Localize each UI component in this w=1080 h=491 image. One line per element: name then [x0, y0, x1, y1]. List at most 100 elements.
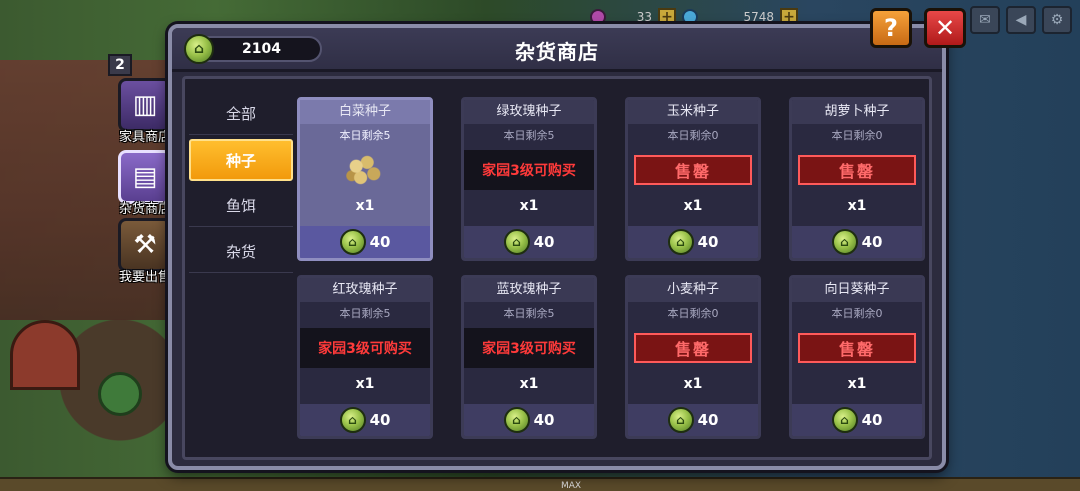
item-stock: 本日剩余0 — [667, 307, 719, 320]
coin-value: 5748 — [743, 10, 774, 24]
system-icons: ✉ ◀ ⚙ — [970, 6, 1072, 34]
item-price-button[interactable]: ⌂ 40 — [792, 226, 922, 258]
item-qty: x1 — [683, 376, 703, 392]
item-image-area: 家园3级可购买 — [464, 326, 594, 370]
gem-icon — [590, 9, 606, 25]
item-price-button[interactable]: ⌂ 40 — [792, 404, 922, 436]
item-card-corn-seed[interactable]: 玉米种子 本日剩余0 售罄 x1 ⌂ 40 — [625, 97, 761, 261]
seed-bag-icon — [343, 151, 387, 189]
item-stock: 本日剩余0 — [831, 129, 883, 142]
item-grid: 白菜种子 本日剩余5 x1 ⌂ 40 绿玫瑰种子 本日剩余5 家园3级可购买 x… — [297, 97, 927, 439]
category-all[interactable]: 全部 — [189, 93, 293, 135]
item-card-carrot-seed[interactable]: 胡萝卜种子 本日剩余0 售罄 x1 ⌂ 40 — [789, 97, 925, 261]
item-price-button[interactable]: ⌂ 40 — [628, 404, 758, 436]
background-ground — [0, 477, 1080, 491]
grocery-shop-dialog: ⌂ 2104 杂货商店 全部 种子 鱼饵 杂货 白菜种子 本日剩余5 x1 ⌂ … — [168, 24, 946, 470]
item-price-button[interactable]: ⌂ 40 — [300, 226, 430, 258]
gem-value: 33 — [636, 10, 652, 24]
item-qty: x1 — [847, 376, 867, 392]
home-coin-icon: ⌂ — [339, 407, 366, 433]
item-price: 40 — [697, 411, 719, 429]
item-card-blue-rose-seed[interactable]: 蓝玫瑰种子 本日剩余5 家园3级可购买 x1 ⌂ 40 — [461, 275, 597, 439]
sell-icon: ⚒ — [118, 218, 172, 272]
item-name: 玉米种子 — [628, 100, 758, 124]
dialog-header: ⌂ 2104 杂货商店 — [172, 28, 942, 72]
item-name: 绿玫瑰种子 — [464, 100, 594, 124]
shop-body: 全部 种子 鱼饵 杂货 白菜种子 本日剩余5 x1 ⌂ 40 绿玫瑰种子 本日剩… — [182, 76, 932, 460]
item-image-area: 售罄 — [792, 148, 922, 192]
dialog-title: 杂货商店 — [515, 40, 599, 64]
item-stock: 本日剩余5 — [339, 129, 391, 142]
category-list: 全部 种子 鱼饵 杂货 — [189, 93, 293, 277]
sold-out-badge: 售罄 — [634, 155, 752, 185]
item-price: 40 — [861, 411, 883, 429]
locked-notice: 家园3级可购买 — [464, 150, 594, 190]
item-qty: x1 — [355, 376, 375, 392]
help-button[interactable]: ? — [870, 8, 912, 48]
item-card-green-rose-seed[interactable]: 绿玫瑰种子 本日剩余5 家园3级可购买 x1 ⌂ 40 — [461, 97, 597, 261]
item-image-area: 售罄 — [628, 148, 758, 192]
item-stock: 本日剩余5 — [503, 129, 555, 142]
item-price-button[interactable]: ⌂ 40 — [464, 226, 594, 258]
home-coin-icon: ⌂ — [831, 229, 858, 255]
coin-icon — [682, 9, 698, 25]
sold-out-badge: 售罄 — [798, 155, 916, 185]
item-name: 小麦种子 — [628, 278, 758, 302]
home-coin-icon: ⌂ — [667, 407, 694, 433]
category-sundries[interactable]: 杂货 — [189, 231, 293, 273]
category-bait[interactable]: 鱼饵 — [189, 185, 293, 227]
item-card-red-rose-seed[interactable]: 红玫瑰种子 本日剩余5 家园3级可购买 x1 ⌂ 40 — [297, 275, 433, 439]
sold-out-badge: 售罄 — [634, 333, 752, 363]
item-price-button[interactable]: ⌂ 40 — [628, 226, 758, 258]
item-price: 40 — [861, 233, 883, 251]
item-qty: x1 — [519, 376, 539, 392]
item-price: 40 — [369, 411, 391, 429]
settings-gear-icon[interactable]: ⚙ — [1042, 6, 1072, 34]
locked-notice: 家园3级可购买 — [464, 328, 594, 368]
item-name: 红玫瑰种子 — [300, 278, 430, 302]
background-door — [10, 320, 80, 390]
item-qty: x1 — [847, 198, 867, 214]
max-label: MAX — [561, 481, 582, 491]
item-stock: 本日剩余5 — [339, 307, 391, 320]
item-image-area: 家园3级可购买 — [464, 148, 594, 192]
category-seeds[interactable]: 种子 — [189, 139, 293, 181]
home-coin-icon: ⌂ — [339, 229, 366, 255]
home-coin-icon: ⌂ — [667, 229, 694, 255]
item-price: 40 — [533, 233, 555, 251]
item-image-area: 家园3级可购买 — [300, 326, 430, 370]
item-qty: x1 — [683, 198, 703, 214]
item-price: 40 — [369, 233, 391, 251]
item-stock: 本日剩余5 — [503, 307, 555, 320]
home-coin-icon: ⌂ — [503, 229, 530, 255]
sold-out-badge: 售罄 — [798, 333, 916, 363]
furniture-shop-icon: ▥ — [118, 78, 172, 132]
item-name: 白菜种子 — [300, 100, 430, 124]
grocery-shop-icon: ▤ — [118, 150, 172, 204]
item-card-cabbage-seed[interactable]: 白菜种子 本日剩余5 x1 ⌂ 40 — [297, 97, 433, 261]
item-stock: 本日剩余0 — [667, 129, 719, 142]
item-name: 向日葵种子 — [792, 278, 922, 302]
mail-icon[interactable]: ✉ — [970, 6, 1000, 34]
home-coin-icon: ⌂ — [503, 407, 530, 433]
close-button[interactable]: ✕ — [924, 8, 966, 48]
item-qty: x1 — [355, 198, 375, 214]
item-stock: 本日剩余0 — [831, 307, 883, 320]
item-price-button[interactable]: ⌂ 40 — [300, 404, 430, 436]
item-price: 40 — [697, 233, 719, 251]
sound-icon[interactable]: ◀ — [1006, 6, 1036, 34]
item-name: 蓝玫瑰种子 — [464, 278, 594, 302]
item-price-button[interactable]: ⌂ 40 — [464, 404, 594, 436]
item-image-area: 售罄 — [628, 326, 758, 370]
home-coin-icon: ⌂ — [831, 407, 858, 433]
item-card-sunflower-seed[interactable]: 向日葵种子 本日剩余0 售罄 x1 ⌂ 40 — [789, 275, 925, 439]
item-qty: x1 — [519, 198, 539, 214]
item-image-area — [300, 148, 430, 192]
item-image-area: 售罄 — [792, 326, 922, 370]
background-tree — [98, 372, 142, 416]
house-level-badge: 2 — [108, 54, 132, 76]
item-price: 40 — [533, 411, 555, 429]
locked-notice: 家园3级可购买 — [300, 328, 430, 368]
item-name: 胡萝卜种子 — [792, 100, 922, 124]
item-card-wheat-seed[interactable]: 小麦种子 本日剩余0 售罄 x1 ⌂ 40 — [625, 275, 761, 439]
